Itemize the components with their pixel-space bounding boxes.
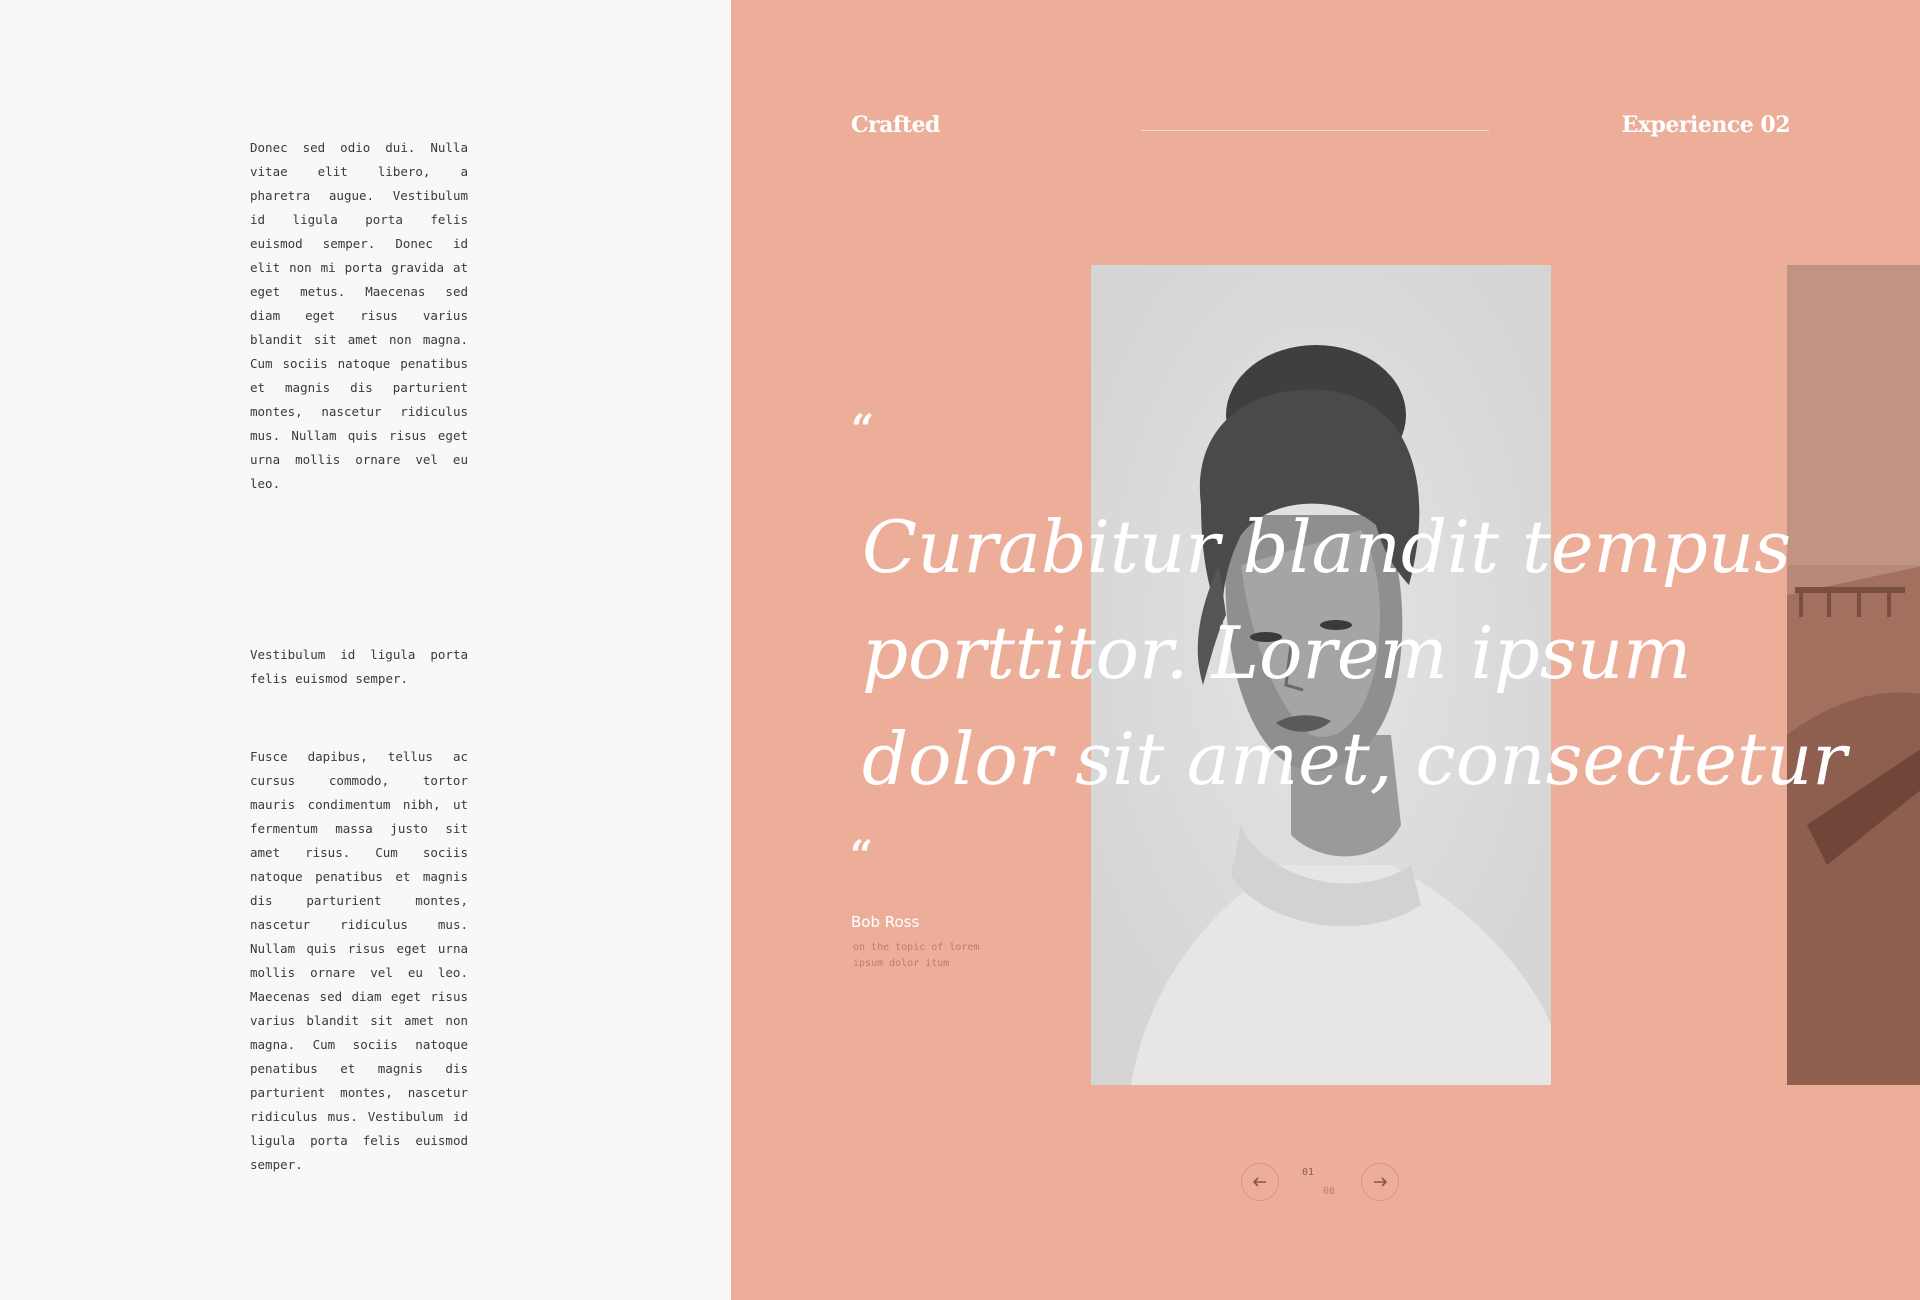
quote-line-3: dolor sit amet, consectetur [862,717,1847,801]
quote-author: Bob Ross [851,913,920,931]
quote-text: Curabitur blandit tempus porttitor. Lore… [862,494,1847,812]
experience-title: Experience 02 [1621,112,1791,138]
author-note-line-1: on the topic of lorem [853,942,980,953]
arrow-left-icon [1253,1177,1266,1187]
author-note-line-2: ipsum dolor itum [853,958,950,969]
brand-logo[interactable]: Crafted [851,112,940,138]
left-text-column: Donec sed odio dui. Nulla vitae elit lib… [0,0,731,1300]
header-divider [1141,130,1489,131]
previous-slide-button[interactable] [1241,1163,1279,1201]
arrow-right-icon [1374,1177,1387,1187]
pager-current: 01 [1302,1167,1315,1178]
body-paragraph-2: Vestibulum id ligula porta felis euismod… [250,647,468,686]
quote-open-icon: “ [851,406,875,453]
quote-line-2: porttitor. Lorem ipsum [862,611,1692,695]
quote-showcase-panel: Crafted Experience 02 “ Curabitur blandi… [731,0,1920,1300]
pager-total: 08 [1323,1186,1336,1197]
quote-line-1: Curabitur blandit tempus [862,505,1792,589]
body-paragraph-1: Donec sed odio dui. Nulla vitae elit lib… [250,140,468,491]
quote-close-icon: “ [850,832,874,879]
author-note: on the topic of lorem ipsum dolor itum [853,940,1013,972]
next-slide-button[interactable] [1361,1163,1399,1201]
body-paragraph-3: Fusce dapibus, tellus ac cursus commodo,… [250,749,468,1172]
